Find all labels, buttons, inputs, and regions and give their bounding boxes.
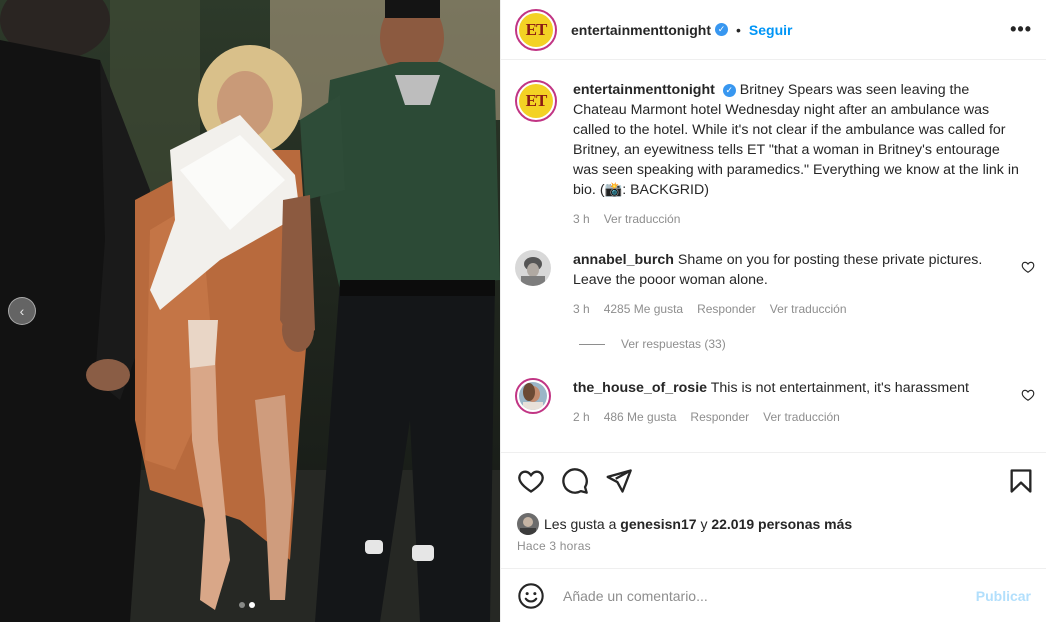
reply-button[interactable]: Responder <box>697 299 756 319</box>
follow-button[interactable]: Seguir <box>749 22 793 38</box>
view-replies[interactable]: Ver respuestas (33) <box>579 337 726 351</box>
comment-username[interactable]: the_house_of_rosie <box>573 380 707 396</box>
comment-text: This is not entertainment, it's harassme… <box>710 380 969 396</box>
post-caption: ET entertainmenttonight ✓ Britney Spears… <box>515 80 1035 229</box>
replies-divider <box>579 343 605 345</box>
comment-input[interactable] <box>563 587 976 604</box>
comment-translate-link[interactable]: Ver traducción <box>763 407 840 427</box>
comment-time: 2 h <box>573 410 590 424</box>
liker-avatar-image <box>517 513 539 535</box>
comment-translate-link[interactable]: Ver traducción <box>770 299 847 319</box>
commenter-avatar[interactable] <box>515 250 551 286</box>
caption-text: Britney Spears was seen leaving the Chat… <box>573 82 1019 198</box>
likes-summary: Les gusta a genesisn17 y 22.019 personas… <box>517 513 852 535</box>
et-logo: ET <box>519 12 553 47</box>
verified-badge-icon: ✓ <box>715 23 728 36</box>
author-username[interactable]: entertainmenttonight <box>571 22 711 38</box>
likes-conjunction: y <box>700 516 708 532</box>
comment-item: the_house_of_rosie This is not entertain… <box>515 378 1035 427</box>
separator-dot: • <box>736 21 741 38</box>
heart-icon[interactable] <box>517 467 545 495</box>
caption-body: entertainmenttonight ✓ Britney Spears wa… <box>573 80 1019 229</box>
caption-username[interactable]: entertainmenttonight <box>573 82 715 98</box>
post-actions: Les gusta a genesisn17 y 22.019 personas… <box>501 452 1046 568</box>
caption-time: 3 h <box>573 212 590 226</box>
carousel-dot <box>239 602 245 608</box>
carousel-dot-active <box>249 602 255 608</box>
caption-translate-link[interactable]: Ver traducción <box>604 209 681 229</box>
comment-likes[interactable]: 4285 Me gusta <box>604 299 683 319</box>
avatar-image <box>519 382 547 410</box>
bookmark-icon[interactable] <box>1007 467 1035 495</box>
comment-body: annabel_burch Shame on you for posting t… <box>573 250 1003 319</box>
post-details-panel: ET entertainmenttonight ✓ • Seguir ••• E… <box>500 0 1046 622</box>
carousel-indicator <box>239 602 255 608</box>
chevron-left-icon: ‹ <box>19 303 25 319</box>
liker-avatar[interactable] <box>517 513 539 535</box>
add-comment-bar: Publicar <box>501 568 1046 622</box>
comment-meta: 3 h 4285 Me gusta Responder Ver traducci… <box>573 299 1003 319</box>
commenter-avatar[interactable] <box>515 378 551 414</box>
comment-bubble-icon[interactable] <box>561 467 589 495</box>
author-avatar[interactable]: ET <box>515 8 557 51</box>
verified-badge-icon: ✓ <box>722 83 736 97</box>
comment-item: annabel_burch Shame on you for posting t… <box>515 250 1035 319</box>
comment-heart-icon[interactable] <box>1021 260 1035 274</box>
avatar-image <box>515 250 551 286</box>
likes-count[interactable]: 22.019 personas más <box>711 516 852 532</box>
previous-photo-button[interactable]: ‹ <box>8 297 36 325</box>
et-logo: ET <box>519 84 553 118</box>
comment-time: 3 h <box>573 302 590 316</box>
post-header: ET entertainmenttonight ✓ • Seguir ••• <box>501 0 1046 60</box>
instagram-post-view: ‹ ET entertainmenttonight ✓ • Seguir •••… <box>0 0 1046 622</box>
comment-username[interactable]: annabel_burch <box>573 252 674 268</box>
emoji-icon[interactable] <box>517 582 545 610</box>
post-time[interactable]: Hace 3 horas <box>517 539 591 553</box>
view-replies-label[interactable]: Ver respuestas (33) <box>621 337 726 351</box>
photo-illustration <box>0 0 500 622</box>
paper-plane-icon[interactable] <box>605 467 633 495</box>
likes-prefix: Les gusta a <box>544 516 617 532</box>
comment-meta: 2 h 486 Me gusta Responder Ver traducció… <box>573 407 1003 427</box>
comment-body: the_house_of_rosie This is not entertain… <box>573 378 1003 427</box>
more-options-icon[interactable]: ••• <box>1010 19 1032 40</box>
liker-username[interactable]: genesisn17 <box>620 516 696 532</box>
caption-meta: 3 h Ver traducción <box>573 209 1019 229</box>
post-photo[interactable]: ‹ <box>0 0 500 622</box>
comment-likes[interactable]: 486 Me gusta <box>604 407 677 427</box>
publish-button[interactable]: Publicar <box>976 588 1031 604</box>
comment-heart-icon[interactable] <box>1021 388 1035 402</box>
reply-button[interactable]: Responder <box>690 407 749 427</box>
caption-author-avatar[interactable]: ET <box>515 80 557 122</box>
